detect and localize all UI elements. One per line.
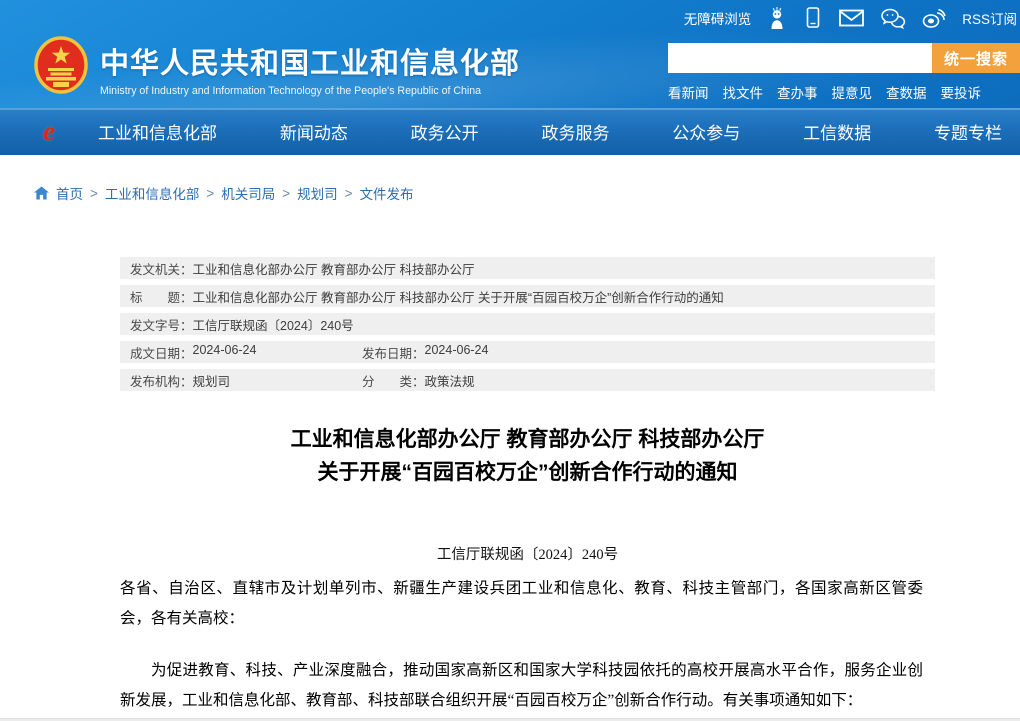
main-nav: e 工业和信息化部 新闻动态 政务公开 政务服务 公众参与 工信数据 专题专栏	[0, 108, 1020, 155]
document-title-line1: 工业和信息化部办公厅 教育部办公厅 科技部办公厅	[120, 423, 935, 456]
meta-label: 发文机关：	[130, 259, 193, 278]
mail-icon[interactable]	[838, 7, 865, 29]
quick-link-services[interactable]: 查办事	[777, 82, 818, 102]
masthead: 无障碍浏览	[0, 0, 1020, 108]
breadcrumb-separator: >	[206, 186, 214, 201]
meta-row-issuing-agency: 发文机关： 工业和信息化部办公厅 教育部办公厅 科技部办公厅	[120, 257, 935, 279]
meta-value: 政策法规	[425, 371, 475, 390]
quick-link-suggest[interactable]: 提意见	[832, 82, 873, 102]
rss-link[interactable]: RSS订阅	[962, 8, 1017, 28]
breadcrumb-planning-dept[interactable]: 规划司	[297, 183, 338, 203]
nav-item-news[interactable]: 新闻动态	[280, 119, 348, 144]
nav-item-participation[interactable]: 公众参与	[672, 119, 740, 144]
meta-row-doc-number: 发文字号： 工信厅联规函〔2024〕240号	[120, 313, 935, 335]
nav-items: 工业和信息化部 新闻动态 政务公开 政务服务 公众参与 工信数据 专题专栏	[98, 119, 1002, 144]
top-utility-bar: 无障碍浏览	[0, 0, 1020, 35]
meta-label: 标 题：	[130, 287, 193, 306]
meta-value: 2024-06-24	[425, 343, 489, 362]
site-header: 中华人民共和国工业和信息化部 Ministry of Industry and …	[0, 35, 1020, 108]
breadcrumb-separator: >	[282, 186, 290, 201]
meta-label: 分 类：	[362, 371, 425, 390]
meta-label: 成文日期：	[130, 343, 193, 362]
nav-item-topics[interactable]: 专题专栏	[934, 119, 1002, 144]
national-emblem-logo[interactable]	[34, 36, 88, 94]
site-subtitle: Ministry of Industry and Information Tec…	[100, 85, 520, 97]
nav-item-data[interactable]: 工信数据	[803, 119, 871, 144]
meta-row-title: 标 题： 工业和信息化部办公厅 教育部办公厅 科技部办公厅 关于开展“百园百校万…	[120, 285, 935, 307]
search-input[interactable]	[668, 43, 932, 73]
breadcrumb-separator: >	[90, 186, 98, 201]
document-paragraph-intro: 为促进教育、科技、产业深度融合，推动国家高新区和国家大学科技园依托的高校开展高水…	[120, 656, 935, 716]
quick-link-complaint[interactable]: 要投诉	[941, 82, 982, 102]
meta-value: 工信厅联规函〔2024〕240号	[193, 315, 354, 334]
quick-link-files[interactable]: 找文件	[723, 82, 764, 102]
breadcrumb-departments[interactable]: 机关司局	[221, 183, 275, 203]
quick-link-news[interactable]: 看新闻	[668, 82, 709, 102]
wechat-icon[interactable]	[880, 7, 906, 29]
meta-value: 工业和信息化部办公厅 教育部办公厅 科技部办公厅	[193, 259, 475, 278]
weibo-icon[interactable]	[921, 7, 947, 29]
document-title: 工业和信息化部办公厅 教育部办公厅 科技部办公厅 关于开展“百园百校万企”创新合…	[120, 423, 935, 489]
meta-value: 工业和信息化部办公厅 教育部办公厅 科技部办公厅 关于开展“百园百校万企”创新合…	[193, 287, 724, 306]
meta-value: 2024-06-24	[193, 343, 257, 362]
meta-value: 规划司	[193, 371, 231, 390]
breadcrumb-separator: >	[345, 186, 353, 201]
document-content: 发文机关： 工业和信息化部办公厅 教育部办公厅 科技部办公厅 标 题： 工业和信…	[120, 257, 935, 716]
breadcrumb-miit[interactable]: 工业和信息化部	[105, 183, 200, 203]
site-title: 中华人民共和国工业和信息化部	[100, 40, 520, 82]
document-title-line2: 关于开展“百园百校万企”创新合作行动的通知	[120, 456, 935, 489]
home-icon[interactable]	[34, 186, 49, 200]
unified-search-button[interactable]: 统一搜索	[932, 43, 1020, 73]
quick-links: 看新闻 找文件 查办事 提意见 查数据 要投诉	[668, 82, 1020, 102]
meta-label: 发布机构：	[130, 371, 193, 390]
meta-row-dates: 成文日期： 2024-06-24 发布日期： 2024-06-24	[120, 341, 935, 363]
meta-label: 发布日期：	[362, 343, 425, 362]
nav-item-gov-services[interactable]: 政务服务	[541, 119, 609, 144]
breadcrumb-home[interactable]: 首页	[56, 183, 83, 203]
nav-item-miit[interactable]: 工业和信息化部	[98, 119, 217, 144]
nav-item-gov-affairs[interactable]: 政务公开	[411, 119, 479, 144]
breadcrumb: 首页 > 工业和信息化部 > 机关司局 > 规划司 > 文件发布	[34, 183, 1020, 203]
document-paragraph-addressees: 各省、自治区、直辖市及计划单列市、新疆生产建设兵团工业和信息化、教育、科技主管部…	[120, 574, 935, 634]
meta-label: 发文字号：	[130, 315, 193, 334]
miit-e-logo-icon[interactable]: e	[34, 116, 64, 148]
meta-row-org-category: 发布机构： 规划司 分 类： 政策法规	[120, 369, 935, 391]
quick-link-data[interactable]: 查数据	[886, 82, 927, 102]
site-title-block[interactable]: 中华人民共和国工业和信息化部 Ministry of Industry and …	[100, 40, 520, 97]
mascot-robot-icon[interactable]	[766, 6, 788, 30]
mobile-icon[interactable]	[803, 6, 823, 30]
accessibility-link[interactable]: 无障碍浏览	[684, 8, 752, 28]
breadcrumb-file-release[interactable]: 文件发布	[360, 183, 414, 203]
search-zone: 统一搜索 看新闻 找文件 查办事 提意见 查数据 要投诉	[668, 43, 1020, 102]
document-number: 工信厅联规函〔2024〕240号	[120, 543, 935, 564]
